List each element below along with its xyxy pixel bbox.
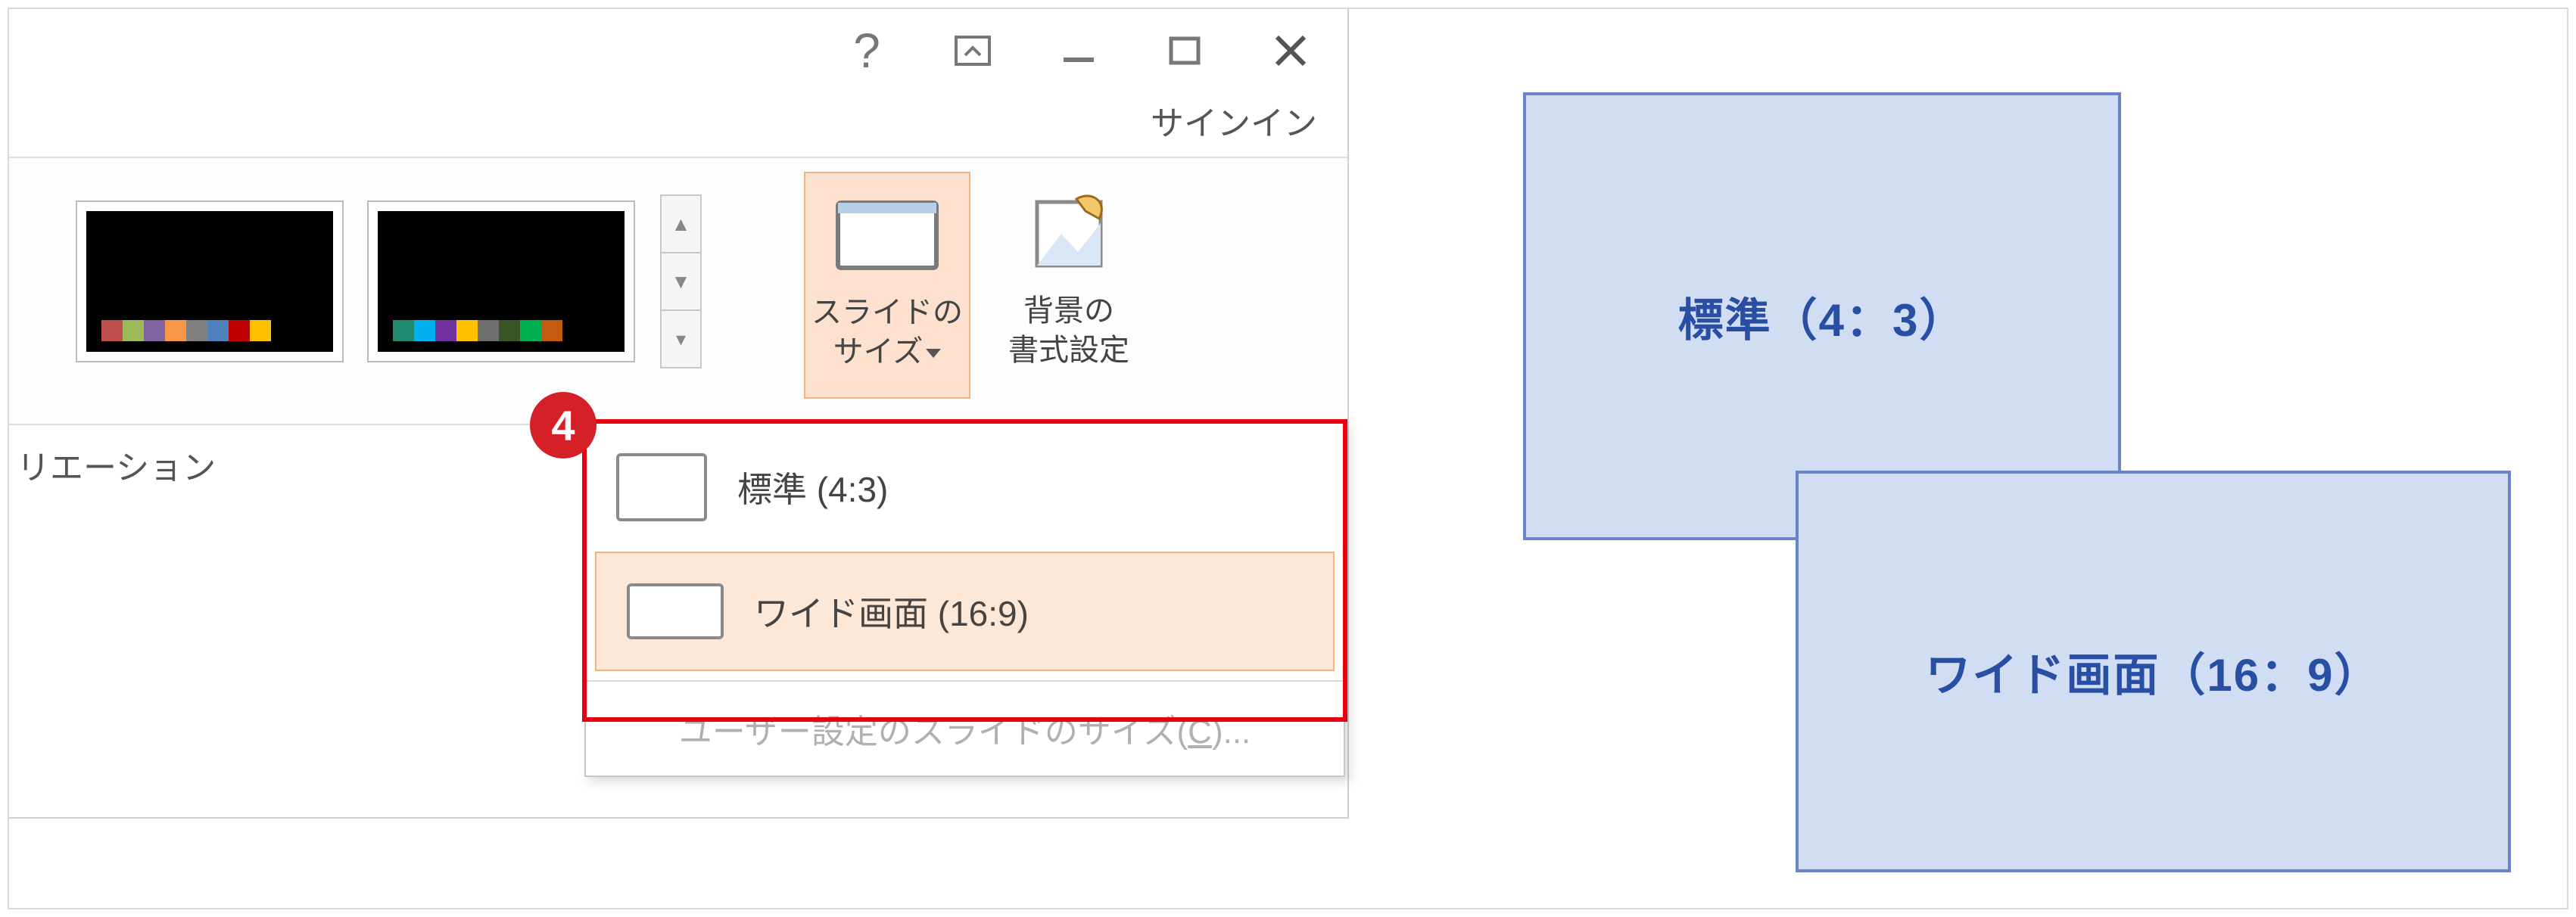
format-background-icon	[986, 181, 1152, 287]
shape-label: 標準（4：3）	[1678, 284, 1967, 350]
gallery-expand-icon[interactable]: ▾	[662, 311, 700, 367]
slide-size-button[interactable]: スライドの サイズ	[804, 172, 970, 399]
aspect-16-9-icon	[627, 583, 724, 639]
menu-item-standard-4-3[interactable]: 標準 (4:3)	[586, 423, 1344, 552]
powerpoint-window: ? サインイン	[9, 9, 1349, 819]
menu-item-custom-slide-size[interactable]: ユーザー設定のスライドのサイズ(C)...	[586, 680, 1344, 776]
chevron-down-icon	[926, 349, 941, 358]
title-bar-controls: ?	[840, 24, 1317, 77]
slide-size-dropdown: 標準 (4:3) ワイド画面 (16:9) ユーザー設定のスライドのサイズ(C)…	[584, 421, 1345, 777]
gallery-scroll-up-icon[interactable]: ▲	[662, 196, 700, 253]
signin-link[interactable]: サインイン	[1151, 96, 1317, 145]
gallery-spinner[interactable]: ▲ ▼ ▾	[660, 194, 702, 368]
shape-label: ワイド画面（16：9）	[1925, 639, 2381, 704]
menu-item-label: ワイド画面 (16:9)	[754, 586, 1029, 636]
menu-item-widescreen-16-9[interactable]: ワイド画面 (16:9)	[595, 552, 1335, 671]
slide-size-icon	[805, 182, 969, 288]
aspect-4-3-icon	[616, 453, 707, 521]
gallery-scroll-down-icon[interactable]: ▼	[662, 253, 700, 311]
minimize-icon[interactable]	[1052, 24, 1105, 77]
callout-marker-4: 4	[530, 392, 596, 458]
variant-palette-2	[393, 320, 562, 341]
ribbon-collapse-icon[interactable]	[946, 24, 999, 77]
aspect-ratio-diagram: 標準（4：3） ワイド画面（16：9）	[1515, 92, 2515, 849]
slide-size-label: スライドの サイズ	[805, 293, 969, 371]
variant-thumb-2[interactable]	[369, 202, 634, 361]
variant-thumb-1[interactable]	[77, 202, 342, 361]
variant-palette-1	[101, 320, 271, 341]
format-background-button[interactable]: 背景の 書式設定	[986, 172, 1152, 399]
menu-item-label: 標準 (4:3)	[737, 462, 888, 512]
shape-widescreen-16-9: ワイド画面（16：9）	[1796, 471, 2511, 872]
variants-gallery[interactable]: ▲ ▼ ▾	[77, 183, 766, 380]
help-icon[interactable]: ?	[840, 24, 893, 77]
variants-group-label: リエーション	[17, 440, 216, 489]
restore-icon[interactable]	[1158, 24, 1211, 77]
close-icon[interactable]	[1264, 24, 1317, 77]
format-background-label: 背景の 書式設定	[986, 291, 1152, 370]
figure-frame: ? サインイン	[8, 8, 2568, 909]
